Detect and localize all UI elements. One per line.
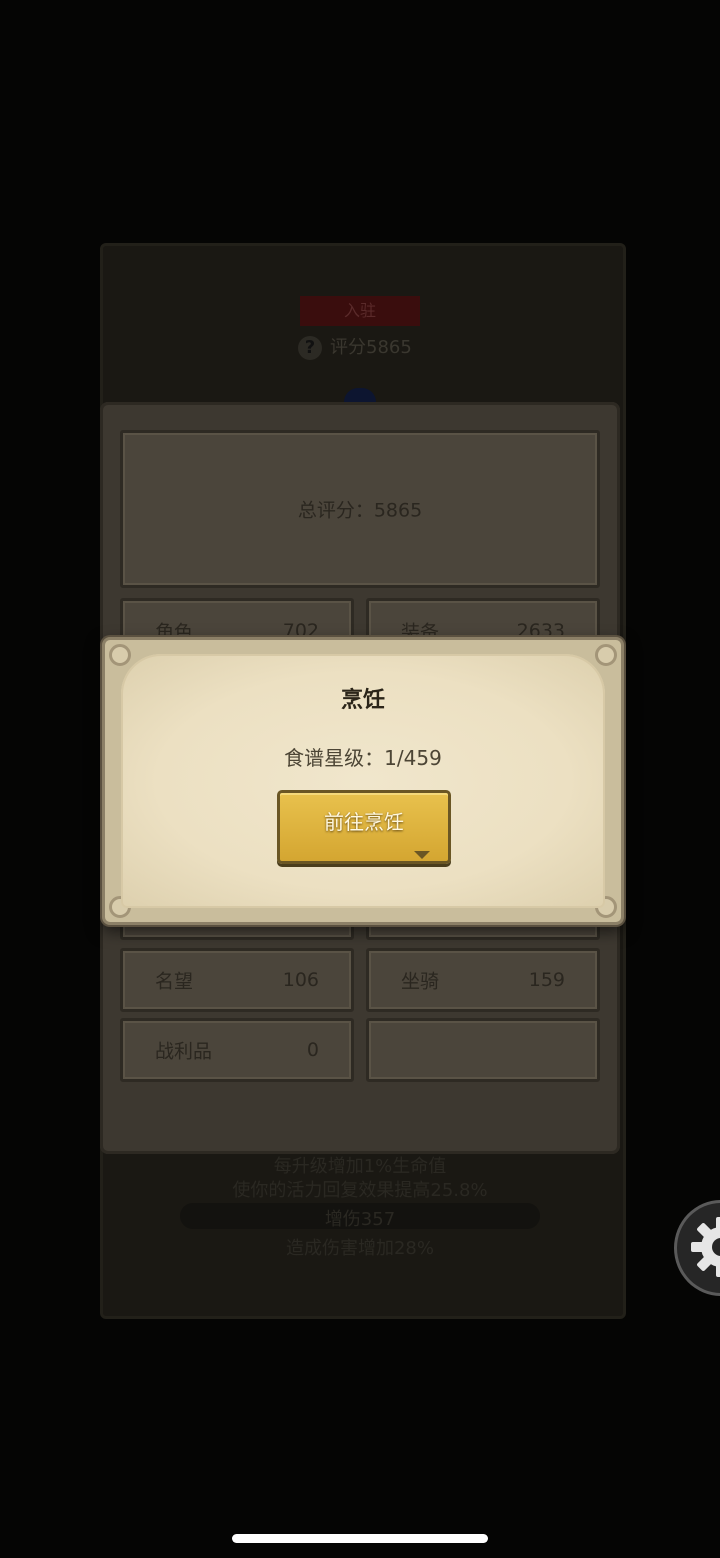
cooking-dialog: 烹饪 食谱星级：1/459 前往烹饪 [102, 637, 624, 925]
score-item-empty [366, 1018, 600, 1082]
score-item-mount[interactable]: 坐骑 159 [366, 948, 600, 1012]
question-icon[interactable]: ? [298, 336, 322, 360]
background-text-1: 每升级增加1%生命值 [273, 1156, 447, 1177]
home-indicator[interactable] [232, 1534, 488, 1543]
score-item-label: 坐骑 [401, 970, 440, 993]
score-item-label: 名望 [155, 970, 194, 993]
settings-button[interactable] [674, 1200, 720, 1296]
score-item-value: 106 [282, 969, 319, 991]
score-item-fame[interactable]: 名望 106 [120, 948, 354, 1012]
score-item-value: 159 [528, 969, 565, 991]
background-score: ? 评分5865 [298, 334, 458, 362]
go-cooking-button-label: 前往烹饪 [324, 810, 404, 834]
dialog-title: 烹饪 [340, 688, 385, 713]
background-tag: 入驻 [300, 296, 420, 326]
button-notch [414, 851, 430, 859]
background-text-2: 使你的活力回复效果提高25.8% [232, 1180, 488, 1201]
go-cooking-button[interactable]: 前往烹饪 [277, 790, 451, 864]
total-score-board: 总评分：5865 [120, 430, 600, 588]
score-item-value: 0 [306, 1039, 319, 1061]
game-screen: 入驻 ? 评分5865 每升级增加1%生命值 使你的活力回复效果提高25.8% 增… [0, 0, 720, 1558]
total-score-label: 总评分：5865 [297, 499, 423, 522]
dialog-corner-ornament [109, 644, 131, 666]
background-text-3: 增伤357 [324, 1209, 396, 1230]
score-item-label: 战利品 [155, 1040, 213, 1063]
dialog-corner-ornament [595, 644, 617, 666]
background-text-4: 造成伤害增加28% [285, 1238, 434, 1259]
score-item-loot[interactable]: 战利品 0 [120, 1018, 354, 1082]
dialog-parchment: 烹饪 食谱星级：1/459 前往烹饪 [121, 654, 605, 908]
recipe-stars-label: 食谱星级：1/459 [284, 746, 442, 770]
background-score-label: 评分5865 [330, 337, 412, 358]
